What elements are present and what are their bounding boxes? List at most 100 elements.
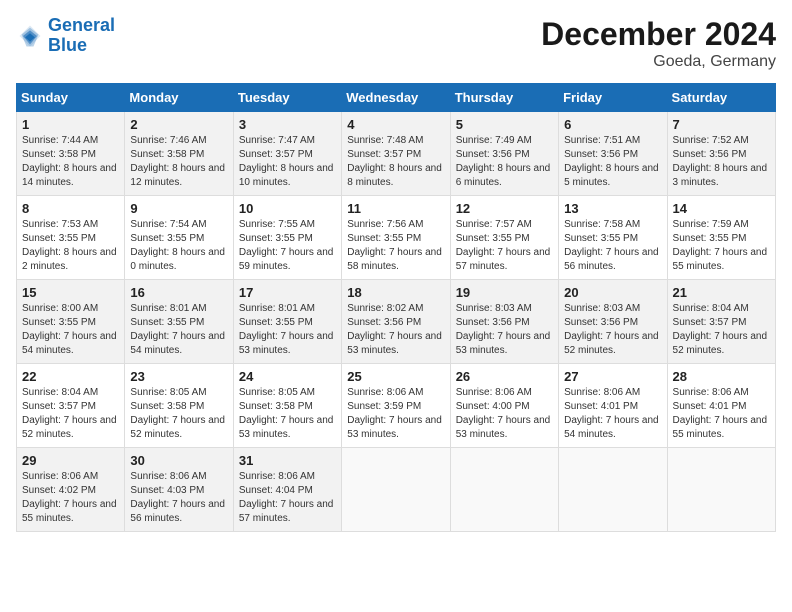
day-info: Sunrise: 8:06 AMSunset: 4:01 PMDaylight:… <box>673 387 768 440</box>
calendar-cell: 28 Sunrise: 8:06 AMSunset: 4:01 PMDaylig… <box>667 364 775 448</box>
calendar-cell: 7 Sunrise: 7:52 AMSunset: 3:56 PMDayligh… <box>667 112 775 196</box>
calendar-cell <box>342 448 450 532</box>
day-number: 24 <box>239 369 336 384</box>
calendar-cell: 10 Sunrise: 7:55 AMSunset: 3:55 PMDaylig… <box>233 196 341 280</box>
day-number: 13 <box>564 201 661 216</box>
weekday-header: Thursday <box>450 84 558 112</box>
day-number: 16 <box>130 285 227 300</box>
day-number: 1 <box>22 117 119 132</box>
calendar-cell: 12 Sunrise: 7:57 AMSunset: 3:55 PMDaylig… <box>450 196 558 280</box>
day-number: 27 <box>564 369 661 384</box>
calendar-cell <box>450 448 558 532</box>
day-info: Sunrise: 7:46 AMSunset: 3:58 PMDaylight:… <box>130 135 225 188</box>
day-info: Sunrise: 8:04 AMSunset: 3:57 PMDaylight:… <box>22 387 117 440</box>
day-info: Sunrise: 7:52 AMSunset: 3:56 PMDaylight:… <box>673 135 768 188</box>
calendar-cell: 24 Sunrise: 8:05 AMSunset: 3:58 PMDaylig… <box>233 364 341 448</box>
day-info: Sunrise: 8:04 AMSunset: 3:57 PMDaylight:… <box>673 303 768 356</box>
day-number: 28 <box>673 369 770 384</box>
day-number: 8 <box>22 201 119 216</box>
day-number: 4 <box>347 117 444 132</box>
day-number: 14 <box>673 201 770 216</box>
day-info: Sunrise: 8:00 AMSunset: 3:55 PMDaylight:… <box>22 303 117 356</box>
day-number: 25 <box>347 369 444 384</box>
day-info: Sunrise: 7:44 AMSunset: 3:58 PMDaylight:… <box>22 135 117 188</box>
day-number: 17 <box>239 285 336 300</box>
calendar-cell: 14 Sunrise: 7:59 AMSunset: 3:55 PMDaylig… <box>667 196 775 280</box>
day-info: Sunrise: 8:06 AMSunset: 4:01 PMDaylight:… <box>564 387 659 440</box>
day-info: Sunrise: 7:48 AMSunset: 3:57 PMDaylight:… <box>347 135 442 188</box>
day-info: Sunrise: 7:49 AMSunset: 3:56 PMDaylight:… <box>456 135 551 188</box>
calendar-week-row: 29 Sunrise: 8:06 AMSunset: 4:02 PMDaylig… <box>17 448 776 532</box>
day-info: Sunrise: 8:05 AMSunset: 3:58 PMDaylight:… <box>239 387 334 440</box>
day-number: 18 <box>347 285 444 300</box>
day-info: Sunrise: 8:05 AMSunset: 3:58 PMDaylight:… <box>130 387 225 440</box>
day-info: Sunrise: 8:01 AMSunset: 3:55 PMDaylight:… <box>130 303 225 356</box>
calendar-cell: 2 Sunrise: 7:46 AMSunset: 3:58 PMDayligh… <box>125 112 233 196</box>
day-number: 31 <box>239 453 336 468</box>
calendar-cell: 5 Sunrise: 7:49 AMSunset: 3:56 PMDayligh… <box>450 112 558 196</box>
calendar-cell: 1 Sunrise: 7:44 AMSunset: 3:58 PMDayligh… <box>17 112 125 196</box>
calendar-week-row: 22 Sunrise: 8:04 AMSunset: 3:57 PMDaylig… <box>17 364 776 448</box>
day-number: 12 <box>456 201 553 216</box>
calendar-cell: 17 Sunrise: 8:01 AMSunset: 3:55 PMDaylig… <box>233 280 341 364</box>
day-number: 20 <box>564 285 661 300</box>
calendar-cell: 20 Sunrise: 8:03 AMSunset: 3:56 PMDaylig… <box>559 280 667 364</box>
calendar-cell: 21 Sunrise: 8:04 AMSunset: 3:57 PMDaylig… <box>667 280 775 364</box>
day-info: Sunrise: 7:47 AMSunset: 3:57 PMDaylight:… <box>239 135 334 188</box>
calendar-cell: 25 Sunrise: 8:06 AMSunset: 3:59 PMDaylig… <box>342 364 450 448</box>
calendar-cell: 23 Sunrise: 8:05 AMSunset: 3:58 PMDaylig… <box>125 364 233 448</box>
logo: General Blue <box>16 16 115 56</box>
day-number: 11 <box>347 201 444 216</box>
weekday-header: Tuesday <box>233 84 341 112</box>
calendar-cell: 18 Sunrise: 8:02 AMSunset: 3:56 PMDaylig… <box>342 280 450 364</box>
calendar-cell: 31 Sunrise: 8:06 AMSunset: 4:04 PMDaylig… <box>233 448 341 532</box>
calendar-week-row: 15 Sunrise: 8:00 AMSunset: 3:55 PMDaylig… <box>17 280 776 364</box>
day-number: 29 <box>22 453 119 468</box>
day-number: 15 <box>22 285 119 300</box>
calendar-cell <box>559 448 667 532</box>
weekday-header: Saturday <box>667 84 775 112</box>
day-number: 7 <box>673 117 770 132</box>
calendar-cell: 3 Sunrise: 7:47 AMSunset: 3:57 PMDayligh… <box>233 112 341 196</box>
weekday-header: Wednesday <box>342 84 450 112</box>
calendar-week-row: 8 Sunrise: 7:53 AMSunset: 3:55 PMDayligh… <box>17 196 776 280</box>
logo-icon <box>16 22 44 50</box>
day-info: Sunrise: 8:06 AMSunset: 4:02 PMDaylight:… <box>22 471 117 524</box>
calendar-cell: 16 Sunrise: 8:01 AMSunset: 3:55 PMDaylig… <box>125 280 233 364</box>
logo-text: General Blue <box>48 16 115 56</box>
day-info: Sunrise: 7:53 AMSunset: 3:55 PMDaylight:… <box>22 219 117 272</box>
calendar-cell: 30 Sunrise: 8:06 AMSunset: 4:03 PMDaylig… <box>125 448 233 532</box>
page-header: General Blue December 2024 Goeda, German… <box>16 16 776 71</box>
day-number: 23 <box>130 369 227 384</box>
day-info: Sunrise: 7:58 AMSunset: 3:55 PMDaylight:… <box>564 219 659 272</box>
calendar-table: SundayMondayTuesdayWednesdayThursdayFrid… <box>16 83 776 532</box>
calendar-week-row: 1 Sunrise: 7:44 AMSunset: 3:58 PMDayligh… <box>17 112 776 196</box>
calendar-cell: 15 Sunrise: 8:00 AMSunset: 3:55 PMDaylig… <box>17 280 125 364</box>
day-info: Sunrise: 8:06 AMSunset: 4:04 PMDaylight:… <box>239 471 334 524</box>
calendar-cell: 13 Sunrise: 7:58 AMSunset: 3:55 PMDaylig… <box>559 196 667 280</box>
day-number: 9 <box>130 201 227 216</box>
day-number: 19 <box>456 285 553 300</box>
day-number: 5 <box>456 117 553 132</box>
day-info: Sunrise: 7:51 AMSunset: 3:56 PMDaylight:… <box>564 135 659 188</box>
calendar-cell: 19 Sunrise: 8:03 AMSunset: 3:56 PMDaylig… <box>450 280 558 364</box>
weekday-header: Friday <box>559 84 667 112</box>
day-info: Sunrise: 8:06 AMSunset: 4:03 PMDaylight:… <box>130 471 225 524</box>
day-number: 6 <box>564 117 661 132</box>
calendar-cell: 6 Sunrise: 7:51 AMSunset: 3:56 PMDayligh… <box>559 112 667 196</box>
calendar-cell: 4 Sunrise: 7:48 AMSunset: 3:57 PMDayligh… <box>342 112 450 196</box>
calendar-cell <box>667 448 775 532</box>
day-info: Sunrise: 8:02 AMSunset: 3:56 PMDaylight:… <box>347 303 442 356</box>
title-block: December 2024 Goeda, Germany <box>541 16 776 71</box>
day-info: Sunrise: 8:06 AMSunset: 3:59 PMDaylight:… <box>347 387 442 440</box>
day-info: Sunrise: 8:03 AMSunset: 3:56 PMDaylight:… <box>564 303 659 356</box>
day-info: Sunrise: 7:56 AMSunset: 3:55 PMDaylight:… <box>347 219 442 272</box>
day-info: Sunrise: 8:06 AMSunset: 4:00 PMDaylight:… <box>456 387 551 440</box>
calendar-header: SundayMondayTuesdayWednesdayThursdayFrid… <box>17 84 776 112</box>
day-info: Sunrise: 8:01 AMSunset: 3:55 PMDaylight:… <box>239 303 334 356</box>
day-number: 30 <box>130 453 227 468</box>
day-info: Sunrise: 7:54 AMSunset: 3:55 PMDaylight:… <box>130 219 225 272</box>
day-number: 2 <box>130 117 227 132</box>
weekday-header: Monday <box>125 84 233 112</box>
weekday-header: Sunday <box>17 84 125 112</box>
